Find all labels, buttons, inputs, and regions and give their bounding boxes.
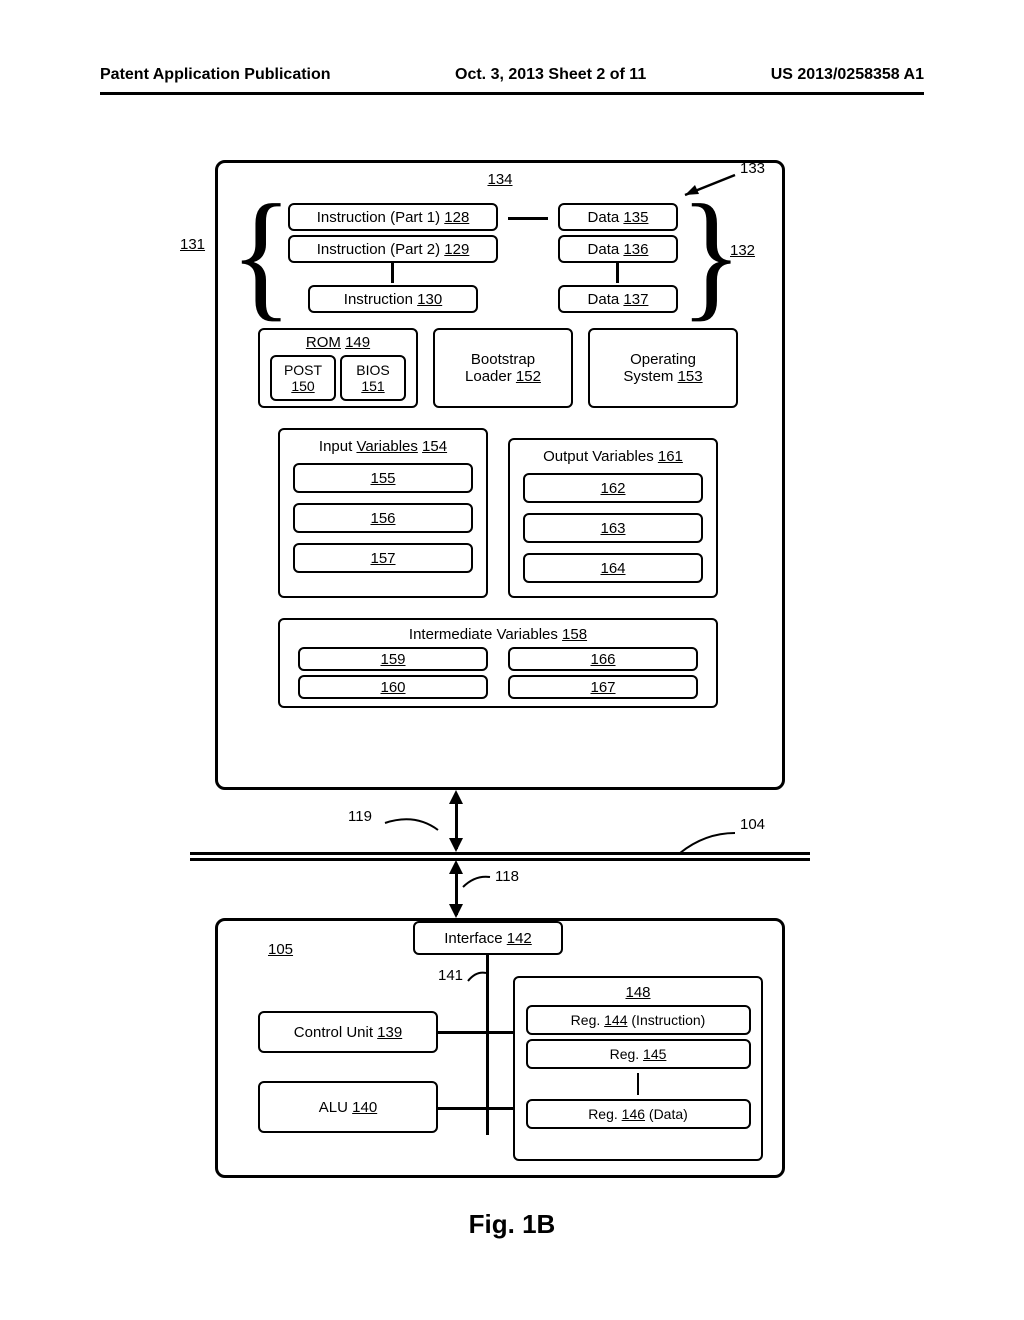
leader-curve-icon [466,969,488,987]
intermediate-variables-box: Intermediate Variables 158 159 160 166 1… [278,618,718,708]
ref-118: 118 [495,868,519,885]
os-box: Operating System 153 [588,328,738,408]
brace-left-icon: { [230,184,292,327]
page-header: Patent Application Publication Oct. 3, 2… [100,66,924,84]
figure-caption: Fig. 1B [100,1209,924,1240]
bootstrap-box: Bootstrap Loader 152 [433,328,573,408]
ref-141: 141 [438,967,463,984]
header-rule [100,92,924,95]
output-variables-box: Output Variables 161 162 163 164 [508,438,718,598]
connector [438,1107,486,1110]
data-135-box: Data 135 [558,203,678,231]
input-variables-box: Input Variables 154 155 156 157 [278,428,488,598]
connector [616,263,619,283]
leader-curve-icon [670,828,740,858]
leader-curve-icon [380,815,445,840]
interface-box: Interface 142 [413,921,563,955]
page: Patent Application Publication Oct. 3, 2… [0,0,1024,1320]
ref-133: 133 [740,160,765,177]
ref-131: 131 [180,236,205,253]
header-left: Patent Application Publication [100,66,331,84]
leader-arrow-icon [670,170,740,200]
instruction-box: Instruction 130 [308,285,478,313]
ref-119: 119 [348,808,372,825]
rom-box: ROM 149 POST150 BIOS151 [258,328,418,408]
arrow-down-icon [449,838,463,852]
control-unit-box: Control Unit 139 [258,1011,438,1053]
cpu-module-box: 105 Interface 142 141 Control Unit 139 A… [215,918,785,1178]
arrow-up-icon [449,790,463,804]
data-136-box: Data 136 [558,235,678,263]
alu-box: ALU 140 [258,1081,438,1133]
instruction-part1-box: Instruction (Part 1) 128 [288,203,498,231]
diagram: 134 Instruction (Part 1) 128 Instruction… [100,160,924,1240]
connector [438,1031,486,1034]
instruction-part2-box: Instruction (Part 2) 129 [288,235,498,263]
register-group-box: 148 Reg. 144 (Instruction) Reg. 145 Reg.… [513,976,763,1161]
connector [488,1031,513,1034]
data-137-box: Data 137 [558,285,678,313]
leader-curve-icon [460,872,495,892]
arrow-down-icon [449,904,463,918]
connector [508,217,548,220]
ref-104: 104 [740,816,765,833]
header-right: US 2013/0258358 A1 [771,66,924,84]
connector [488,1107,513,1110]
connector [391,263,394,283]
ref-105: 105 [268,941,293,958]
header-center: Oct. 3, 2013 Sheet 2 of 11 [455,66,646,84]
bus-line-bottom [190,858,810,861]
ref-132: 132 [730,242,755,259]
